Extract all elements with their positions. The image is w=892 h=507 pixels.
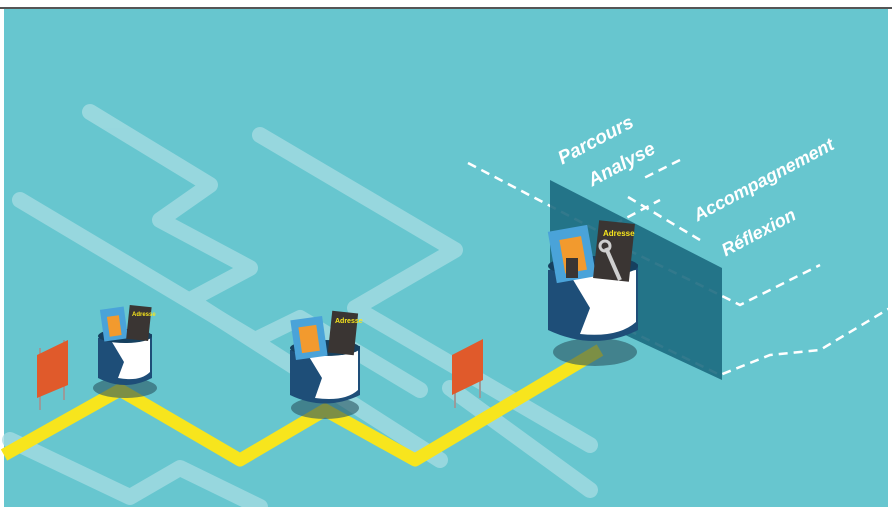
scene-svg: Adresse Adresse Adresse bbox=[0, 0, 892, 507]
head-icon: Adresse bbox=[93, 304, 157, 398]
book-tag: Adresse bbox=[335, 318, 363, 325]
illustration-scene: Adresse Adresse Adresse Parcours Analyse… bbox=[0, 0, 892, 507]
book-tag: Adresse bbox=[603, 229, 635, 238]
book-tag: Adresse bbox=[132, 312, 156, 318]
